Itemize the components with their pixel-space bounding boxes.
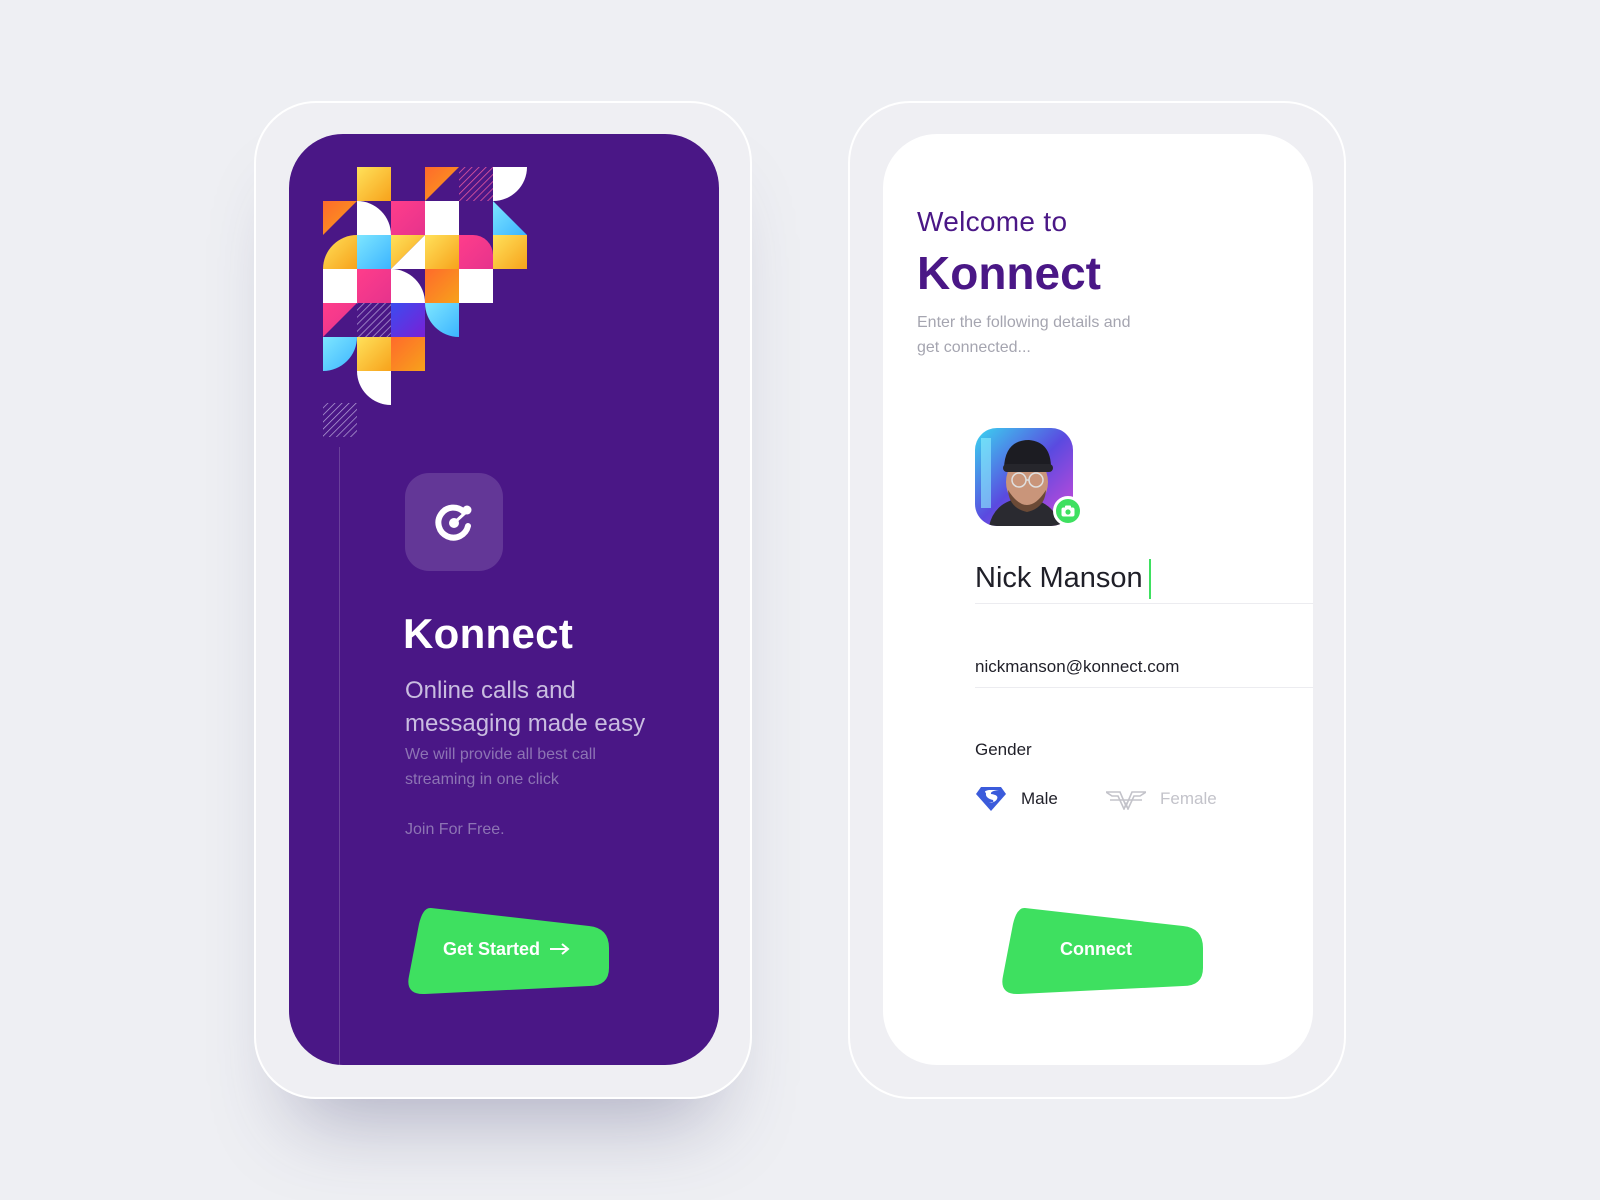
app-title: Konnect xyxy=(403,610,574,657)
intro-screen: Konnect Online calls and messaging made … xyxy=(289,134,719,1065)
change-photo-button[interactable] xyxy=(1053,496,1083,526)
geometric-mosaic-illustration xyxy=(323,167,527,437)
konnect-logo-icon xyxy=(405,473,503,571)
get-started-label-group[interactable]: Get Started xyxy=(443,934,570,964)
wonder-woman-logo-icon xyxy=(1106,791,1146,810)
gender-option-label[interactable]: Female xyxy=(1160,789,1217,809)
arrow-right-icon xyxy=(550,943,570,955)
camera-icon xyxy=(1061,505,1075,517)
connect-button-label[interactable]: Connect xyxy=(1060,934,1132,964)
name-field[interactable]: Nick Manson xyxy=(975,554,1313,604)
gender-label: Gender xyxy=(975,740,1032,759)
superman-logo-icon xyxy=(976,787,1006,811)
name-value[interactable]: Nick Manson xyxy=(975,562,1143,595)
tagline: Online calls and messaging made easy xyxy=(405,677,646,737)
join-for-free-text: Join For Free. xyxy=(405,821,505,838)
email-field[interactable]: nickmanson@konnect.com xyxy=(975,646,1313,688)
gender-option-female[interactable]: Female xyxy=(1106,784,1217,814)
welcome-heading: Welcome to xyxy=(917,206,1068,237)
get-started-label[interactable]: Get Started xyxy=(443,939,540,960)
text-caret xyxy=(1148,558,1151,599)
instructions-text: Enter the following details and get conn… xyxy=(917,314,1131,356)
signup-title: Konnect xyxy=(917,247,1101,299)
email-value[interactable]: nickmanson@konnect.com xyxy=(975,657,1179,677)
signup-screen: Welcome to Konnect Enter the following d… xyxy=(883,134,1313,1065)
description: We will provide all best call streaming … xyxy=(405,746,596,788)
gender-option-male[interactable]: Male xyxy=(975,784,1058,814)
decorative-divider xyxy=(339,447,340,1065)
gender-option-label[interactable]: Male xyxy=(1021,789,1058,809)
